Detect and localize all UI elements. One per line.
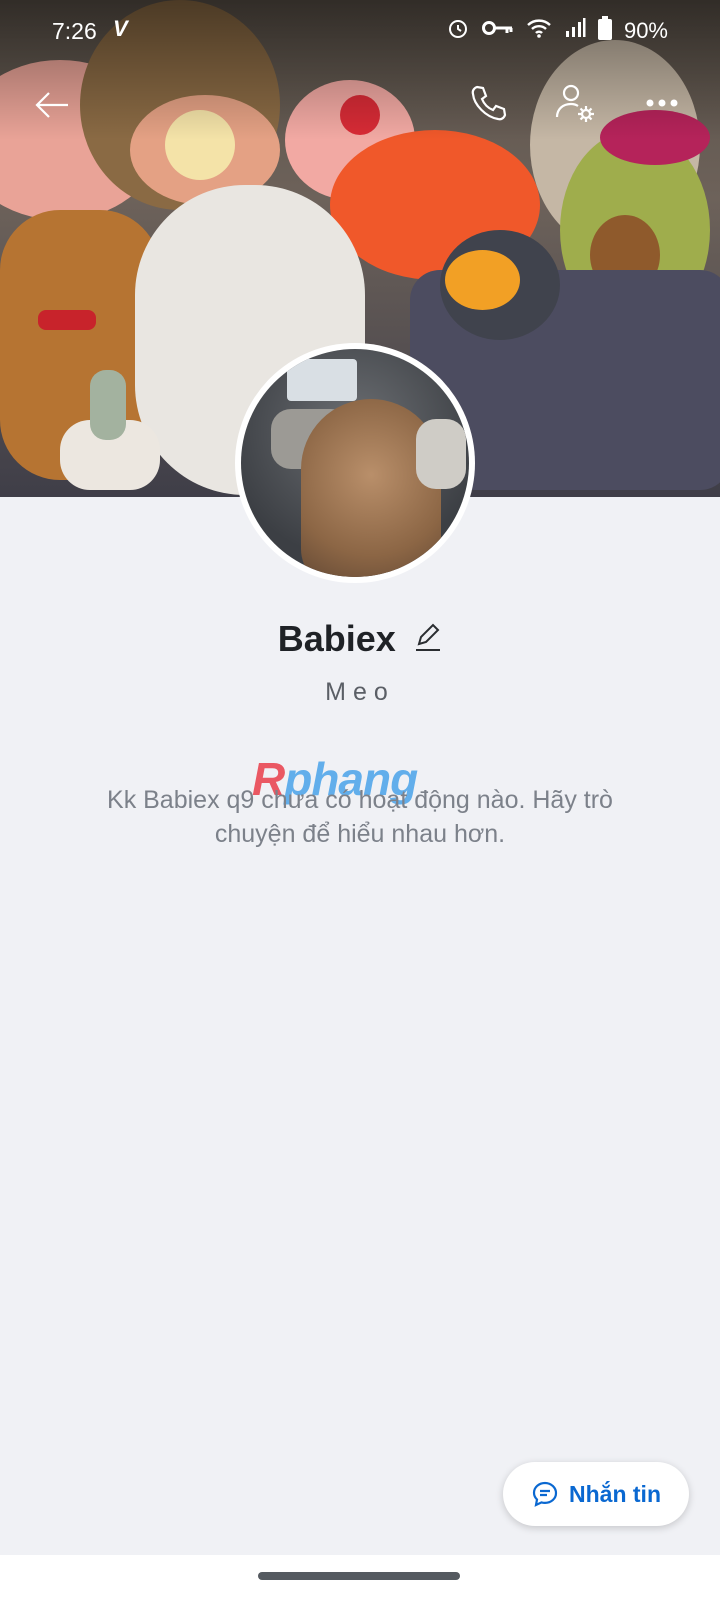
plush-bowtie <box>38 310 96 330</box>
message-button-label: Nhắn tin <box>569 1480 661 1507</box>
avatar-photo <box>241 349 469 577</box>
profile-settings-button[interactable] <box>545 73 605 133</box>
chat-icon <box>532 1481 558 1507</box>
notification-icon: V <box>113 16 128 41</box>
alarm-icon <box>446 16 470 46</box>
edit-name-button[interactable] <box>414 622 442 657</box>
avatar-toy <box>416 419 466 489</box>
edit-icon <box>416 623 441 651</box>
phone-icon <box>471 85 507 121</box>
battery-level: 90% <box>623 18 668 43</box>
more-options-button[interactable] <box>632 73 692 133</box>
profile-name: Babiex <box>277 618 396 659</box>
navigation-bar <box>0 1555 720 1600</box>
avatar[interactable] <box>235 343 475 583</box>
empty-activity-message: Kk Babiex q9 chưa có hoạt động nào. Hãy … <box>107 786 613 848</box>
wifi-icon <box>526 17 552 45</box>
plush-orange-face <box>445 250 520 310</box>
status-time: 7:26 <box>52 18 97 44</box>
home-gesture-bar[interactable] <box>258 1572 460 1580</box>
profile-name-row: Babiex <box>0 618 720 660</box>
user-settings-icon <box>555 84 594 122</box>
back-arrow-icon <box>35 92 68 118</box>
message-button[interactable]: Nhắn tin <box>503 1462 689 1526</box>
call-button[interactable] <box>458 73 518 133</box>
status-bar: 7:26 V 90% <box>0 0 720 60</box>
avatar-screen <box>287 359 357 401</box>
more-icon <box>646 99 678 107</box>
battery-icon <box>597 16 612 46</box>
profile-subtitle: Meo <box>325 678 395 706</box>
vpn-key-icon <box>481 18 514 44</box>
back-button[interactable] <box>22 75 82 135</box>
signal-icon <box>564 17 586 45</box>
plush-cactus <box>90 370 126 440</box>
